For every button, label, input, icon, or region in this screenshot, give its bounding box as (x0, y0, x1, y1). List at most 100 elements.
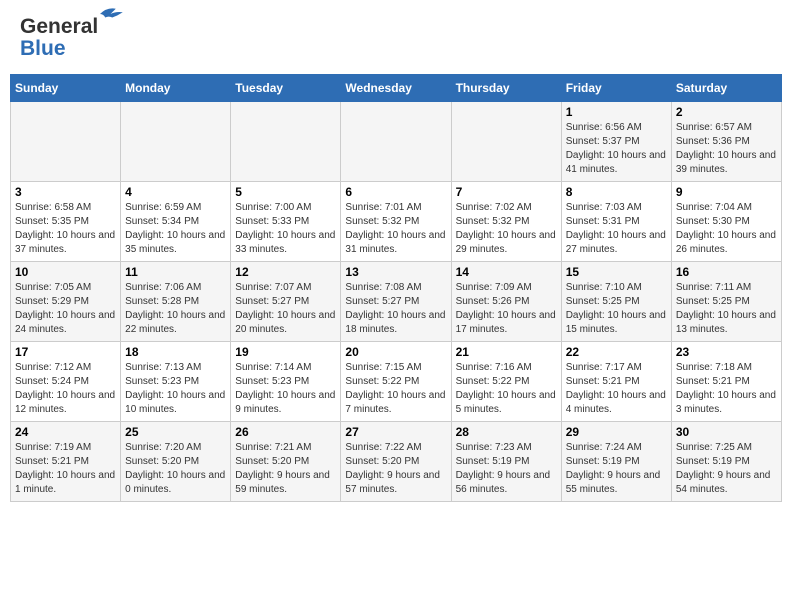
day-header-wednesday: Wednesday (341, 75, 451, 102)
day-number: 21 (456, 345, 557, 359)
calendar-cell: 25 Sunrise: 7:20 AM Sunset: 5:20 PM Dayli… (121, 422, 231, 502)
logo-general-text: General (20, 15, 98, 39)
calendar-cell: 24 Sunrise: 7:19 AM Sunset: 5:21 PM Dayli… (11, 422, 121, 502)
day-number: 12 (235, 265, 336, 279)
calendar-cell: 9Sunrise: 7:04 AM Sunset: 5:30 PM Daylig… (671, 182, 781, 262)
day-info: Sunrise: 6:59 AM Sunset: 5:34 PM Dayligh… (125, 201, 226, 257)
calendar-table: SundayMondayTuesdayWednesdayThursdayFrid… (10, 74, 782, 502)
day-info: Sunrise: 7:12 AM Sunset: 5:24 PM Dayligh… (15, 361, 116, 417)
day-info: Sunrise: 6:58 AM Sunset: 5:35 PM Dayligh… (15, 201, 116, 257)
day-info: Sunrise: 7:24 AM Sunset: 5:19 PM Dayligh… (566, 441, 667, 497)
calendar-week-5: 24 Sunrise: 7:19 AM Sunset: 5:21 PM Dayli… (11, 422, 782, 502)
day-info: Sunrise: 7:00 AM Sunset: 5:33 PM Dayligh… (235, 201, 336, 257)
day-info: Sunrise: 7:14 AM Sunset: 5:23 PM Dayligh… (235, 361, 336, 417)
day-number: 2 (676, 105, 777, 119)
day-number: 18 (125, 345, 226, 359)
day-header-tuesday: Tuesday (231, 75, 341, 102)
day-info: Sunrise: 7:18 AM Sunset: 5:21 PM Dayligh… (676, 361, 777, 417)
day-number: 20 (345, 345, 446, 359)
day-info: Sunrise: 7:10 AM Sunset: 5:25 PM Dayligh… (566, 281, 667, 337)
day-info: Sunrise: 7:06 AM Sunset: 5:28 PM Dayligh… (125, 281, 226, 337)
calendar-cell: 6 Sunrise: 7:01 AM Sunset: 5:32 PM Daylig… (341, 182, 451, 262)
day-info: Sunrise: 7:25 AM Sunset: 5:19 PM Dayligh… (676, 441, 777, 497)
day-info: Sunrise: 7:21 AM Sunset: 5:20 PM Dayligh… (235, 441, 336, 497)
day-header-friday: Friday (561, 75, 671, 102)
calendar-header-row: SundayMondayTuesdayWednesdayThursdayFrid… (11, 75, 782, 102)
day-number: 26 (235, 425, 336, 439)
calendar-cell: 7 Sunrise: 7:02 AM Sunset: 5:32 PM Daylig… (451, 182, 561, 262)
day-number: 13 (345, 265, 446, 279)
day-number: 17 (15, 345, 116, 359)
day-info: Sunrise: 7:17 AM Sunset: 5:21 PM Dayligh… (566, 361, 667, 417)
calendar-cell: 30 Sunrise: 7:25 AM Sunset: 5:19 PM Dayli… (671, 422, 781, 502)
calendar-week-2: 3 Sunrise: 6:58 AM Sunset: 5:35 PM Daylig… (11, 182, 782, 262)
day-info: Sunrise: 7:22 AM Sunset: 5:20 PM Dayligh… (345, 441, 446, 497)
logo-bird-icon (100, 5, 128, 23)
calendar-cell: 10Sunrise: 7:05 AM Sunset: 5:29 PM Dayli… (11, 262, 121, 342)
day-info: Sunrise: 7:11 AM Sunset: 5:25 PM Dayligh… (676, 281, 777, 337)
calendar-cell: 8Sunrise: 7:03 AM Sunset: 5:31 PM Daylig… (561, 182, 671, 262)
day-number: 27 (345, 425, 446, 439)
logo: General Blue (20, 15, 98, 61)
day-number: 28 (456, 425, 557, 439)
day-number: 30 (676, 425, 777, 439)
day-number: 5 (235, 185, 336, 199)
day-number: 10 (15, 265, 116, 279)
day-info: Sunrise: 7:15 AM Sunset: 5:22 PM Dayligh… (345, 361, 446, 417)
calendar-cell (231, 102, 341, 182)
day-number: 6 (345, 185, 446, 199)
day-number: 9 (676, 185, 777, 199)
calendar-week-3: 10Sunrise: 7:05 AM Sunset: 5:29 PM Dayli… (11, 262, 782, 342)
calendar-cell: 5 Sunrise: 7:00 AM Sunset: 5:33 PM Daylig… (231, 182, 341, 262)
day-info: Sunrise: 6:56 AM Sunset: 5:37 PM Dayligh… (566, 121, 667, 177)
calendar-cell: 17 Sunrise: 7:12 AM Sunset: 5:24 PM Dayli… (11, 342, 121, 422)
calendar-week-1: 1 Sunrise: 6:56 AM Sunset: 5:37 PM Daylig… (11, 102, 782, 182)
calendar-cell: 22 Sunrise: 7:17 AM Sunset: 5:21 PM Dayli… (561, 342, 671, 422)
day-number: 15 (566, 265, 667, 279)
day-number: 3 (15, 185, 116, 199)
day-number: 4 (125, 185, 226, 199)
day-header-saturday: Saturday (671, 75, 781, 102)
calendar-cell: 16Sunrise: 7:11 AM Sunset: 5:25 PM Dayli… (671, 262, 781, 342)
calendar-cell: 21Sunrise: 7:16 AM Sunset: 5:22 PM Dayli… (451, 342, 561, 422)
calendar-cell: 13 Sunrise: 7:08 AM Sunset: 5:27 PM Dayli… (341, 262, 451, 342)
day-info: Sunrise: 7:19 AM Sunset: 5:21 PM Dayligh… (15, 441, 116, 497)
day-info: Sunrise: 7:08 AM Sunset: 5:27 PM Dayligh… (345, 281, 446, 337)
day-number: 29 (566, 425, 667, 439)
calendar-week-4: 17 Sunrise: 7:12 AM Sunset: 5:24 PM Dayli… (11, 342, 782, 422)
day-number: 19 (235, 345, 336, 359)
day-header-sunday: Sunday (11, 75, 121, 102)
calendar-cell: 11 Sunrise: 7:06 AM Sunset: 5:28 PM Dayli… (121, 262, 231, 342)
day-number: 1 (566, 105, 667, 119)
day-info: Sunrise: 6:57 AM Sunset: 5:36 PM Dayligh… (676, 121, 777, 177)
day-info: Sunrise: 7:20 AM Sunset: 5:20 PM Dayligh… (125, 441, 226, 497)
calendar-cell: 1 Sunrise: 6:56 AM Sunset: 5:37 PM Daylig… (561, 102, 671, 182)
calendar-cell: 28 Sunrise: 7:23 AM Sunset: 5:19 PM Dayli… (451, 422, 561, 502)
calendar-cell (451, 102, 561, 182)
calendar-cell: 14 Sunrise: 7:09 AM Sunset: 5:26 PM Dayli… (451, 262, 561, 342)
day-info: Sunrise: 7:13 AM Sunset: 5:23 PM Dayligh… (125, 361, 226, 417)
calendar-cell: 26 Sunrise: 7:21 AM Sunset: 5:20 PM Dayli… (231, 422, 341, 502)
page-header: General Blue (10, 10, 782, 66)
day-number: 23 (676, 345, 777, 359)
day-header-thursday: Thursday (451, 75, 561, 102)
day-info: Sunrise: 7:09 AM Sunset: 5:26 PM Dayligh… (456, 281, 557, 337)
calendar-cell: 12Sunrise: 7:07 AM Sunset: 5:27 PM Dayli… (231, 262, 341, 342)
day-number: 7 (456, 185, 557, 199)
calendar-cell: 20 Sunrise: 7:15 AM Sunset: 5:22 PM Dayli… (341, 342, 451, 422)
day-info: Sunrise: 7:02 AM Sunset: 5:32 PM Dayligh… (456, 201, 557, 257)
calendar-cell: 3 Sunrise: 6:58 AM Sunset: 5:35 PM Daylig… (11, 182, 121, 262)
day-number: 14 (456, 265, 557, 279)
calendar-cell: 18 Sunrise: 7:13 AM Sunset: 5:23 PM Dayli… (121, 342, 231, 422)
calendar-cell: 29 Sunrise: 7:24 AM Sunset: 5:19 PM Dayli… (561, 422, 671, 502)
day-number: 24 (15, 425, 116, 439)
calendar-cell: 23 Sunrise: 7:18 AM Sunset: 5:21 PM Dayli… (671, 342, 781, 422)
day-number: 8 (566, 185, 667, 199)
day-info: Sunrise: 7:23 AM Sunset: 5:19 PM Dayligh… (456, 441, 557, 497)
day-number: 22 (566, 345, 667, 359)
day-number: 25 (125, 425, 226, 439)
day-number: 11 (125, 265, 226, 279)
day-info: Sunrise: 7:01 AM Sunset: 5:32 PM Dayligh… (345, 201, 446, 257)
calendar-cell: 4 Sunrise: 6:59 AM Sunset: 5:34 PM Daylig… (121, 182, 231, 262)
day-header-monday: Monday (121, 75, 231, 102)
